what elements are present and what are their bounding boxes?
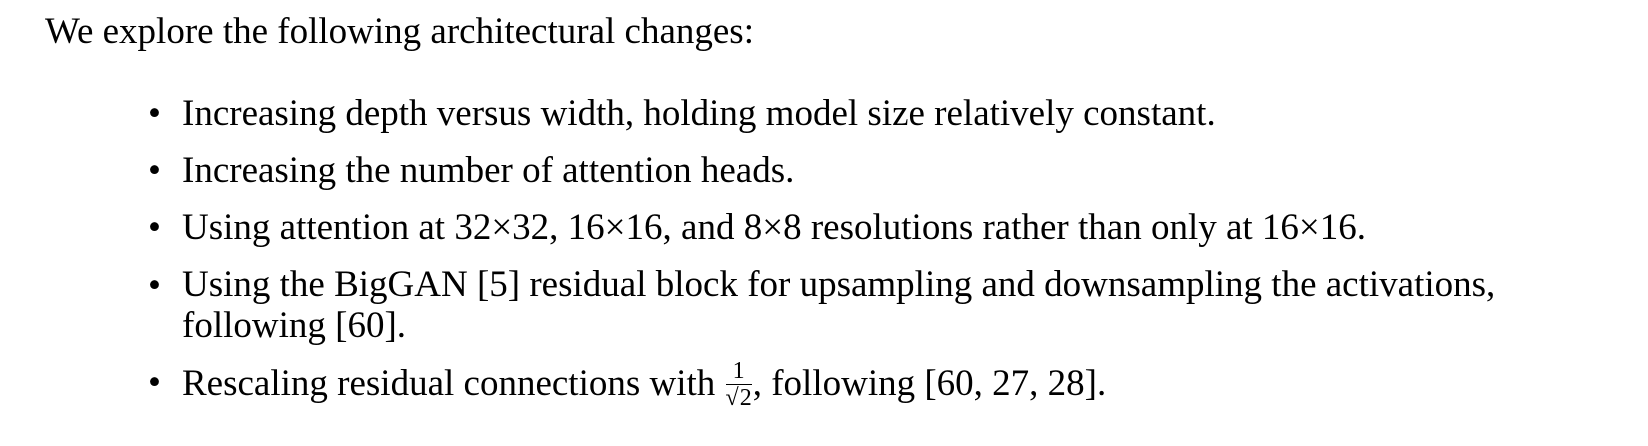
- bullet-marker: •: [148, 362, 161, 403]
- bullet-marker: •: [148, 265, 161, 306]
- fraction-one-over-sqrt-two: 1 √2: [725, 359, 752, 411]
- rescaling-text-after: , following [60, 27, 28].: [752, 362, 1107, 404]
- fraction-numerator: 1: [725, 359, 752, 385]
- list-item-biggan-residual-block: Using the BigGAN [5] residual block for …: [182, 264, 1496, 346]
- list-item-depth-vs-width: Increasing depth versus width, holding m…: [182, 93, 1216, 134]
- bullet-marker: •: [148, 207, 161, 248]
- sqrt-symbol: √: [725, 385, 739, 411]
- sqrt-radicand: 2: [738, 384, 752, 411]
- bullet-marker: •: [148, 150, 161, 191]
- rescaling-text-before: Rescaling residual connections with: [182, 362, 725, 404]
- list-item-attention-heads: Increasing the number of attention heads…: [182, 150, 795, 191]
- fraction-denominator: √2: [725, 384, 752, 411]
- bullet-marker: •: [148, 93, 161, 134]
- list-item-attention-resolutions: Using attention at 32×32, 16×16, and 8×8…: [182, 207, 1367, 248]
- list-item-rescaling-residual: Rescaling residual connections with 1 √2,…: [182, 359, 1107, 412]
- paper-excerpt: We explore the following architectural c…: [0, 0, 1648, 446]
- intro-sentence: We explore the following architectural c…: [45, 11, 754, 52]
